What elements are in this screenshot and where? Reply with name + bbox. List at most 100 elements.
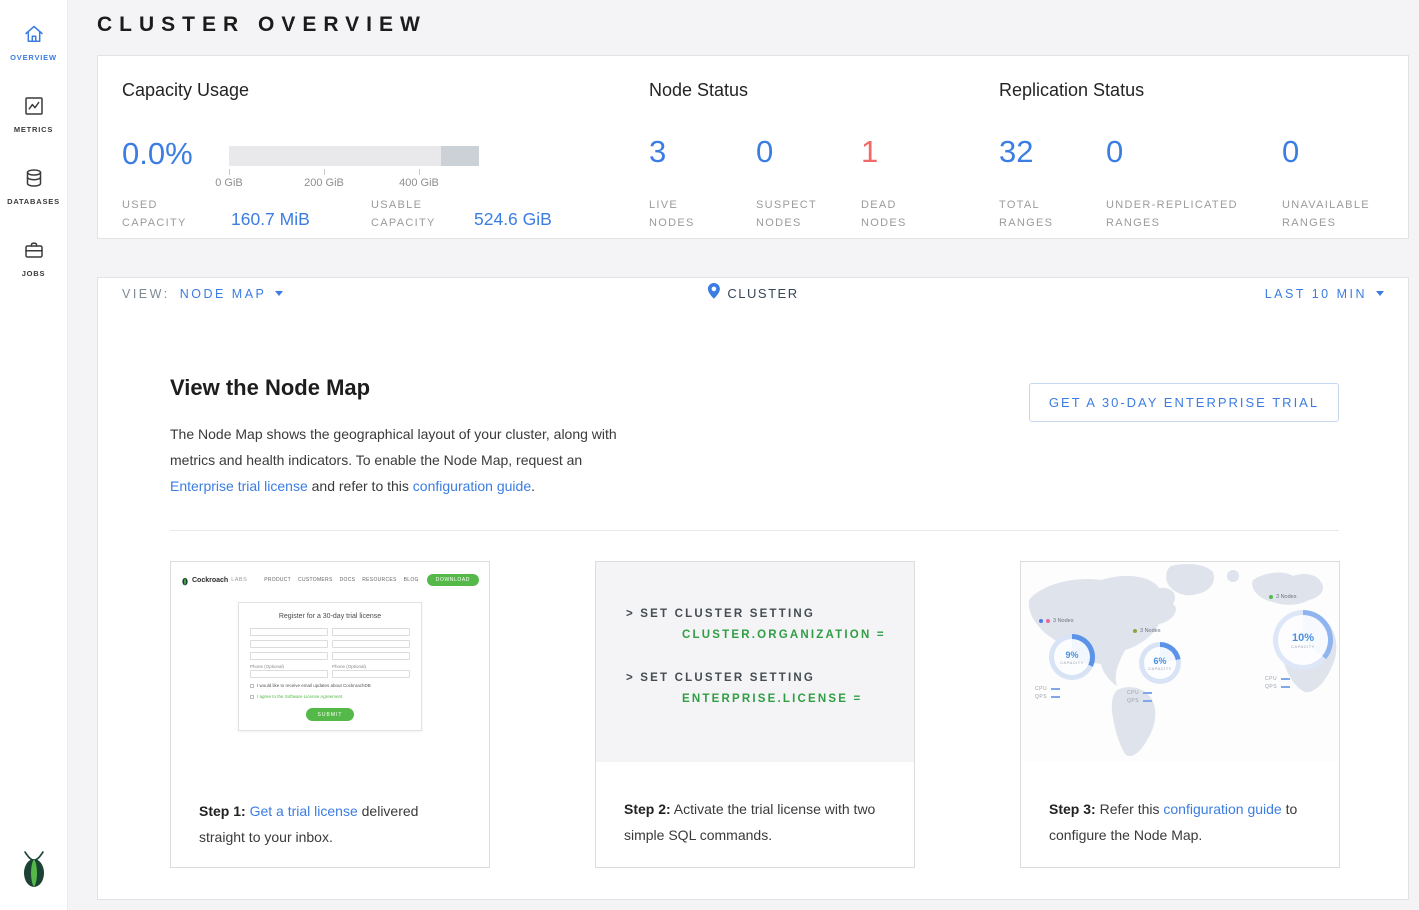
node-status-title: Node Status <box>649 80 748 101</box>
time-range-dropdown[interactable]: LAST 10 MIN <box>1265 287 1384 301</box>
jobs-icon <box>21 238 47 262</box>
replication-status-title: Replication Status <box>999 80 1144 101</box>
configuration-guide-link-step3[interactable]: configuration guide <box>1163 801 1281 817</box>
usable-capacity-value: 524.6 GiB <box>474 209 552 230</box>
capacity-donut: 9%CAPACITY <box>1049 634 1095 680</box>
capacity-tick <box>419 169 420 175</box>
capacity-usage-title: Capacity Usage <box>122 80 249 101</box>
mock-download-button: DOWNLOAD <box>427 574 479 586</box>
sidebar-item-metrics[interactable]: METRICS <box>0 86 68 142</box>
view-label: VIEW: <box>122 287 170 301</box>
capacity-tick-label: 400 GiB <box>399 177 439 189</box>
mock-cockroach-logo: Cockroach LABS <box>181 575 247 586</box>
map-cluster-stats: CPU QPS <box>1265 676 1290 692</box>
location-pin-icon <box>707 283 720 304</box>
mock-site-nav: PRODUCT CUSTOMERS DOCS RESOURCES BLOG <box>264 577 419 583</box>
total-ranges-value: 32 <box>999 134 1033 170</box>
map-cluster-stats: CPU QPS <box>1035 686 1060 702</box>
mock-form-title: Register for a 30-day trial license <box>250 613 410 620</box>
sidebar-item-label: METRICS <box>14 125 53 134</box>
sidebar-item-label: JOBS <box>22 269 46 278</box>
trial-signup-screenshot: Cockroach LABS PRODUCT CUSTOMERS DOCS RE… <box>171 562 489 780</box>
mock-input <box>250 640 328 648</box>
page-title: CLUSTER OVERVIEW <box>97 13 427 37</box>
step-1-caption: Step 1: Get a trial license delivered st… <box>171 780 489 850</box>
sql-setting-line: ENTERPRISE.LICENSE = <box>682 693 914 705</box>
mock-checkbox-row: I agree to the Software License Agreemen… <box>250 694 410 700</box>
home-icon <box>21 22 47 46</box>
steps-row: Cockroach LABS PRODUCT CUSTOMERS DOCS RE… <box>170 561 1340 868</box>
sidebar-item-label: DATABASES <box>7 197 60 206</box>
unavailable-ranges-label: UNAVAILABLE RANGES <box>1282 196 1392 232</box>
capacity-tick-label: 200 GiB <box>304 177 344 189</box>
cluster-breadcrumb[interactable]: CLUSTER <box>707 283 798 304</box>
mock-input <box>250 652 328 660</box>
view-selector-dropdown[interactable]: NODE MAP <box>180 287 284 301</box>
node-map-panel: View the Node Map The Node Map shows the… <box>97 309 1409 900</box>
map-cluster-label: 3 Nodes <box>1039 618 1074 624</box>
sidebar-item-jobs[interactable]: JOBS <box>0 230 68 286</box>
map-cluster-label: 3 Nodes <box>1133 628 1161 634</box>
step-1-card: Cockroach LABS PRODUCT CUSTOMERS DOCS RE… <box>170 561 490 868</box>
step-3-caption: Step 3: Refer this configuration guide t… <box>1021 762 1339 848</box>
mock-input <box>332 640 410 648</box>
divider <box>170 530 1339 531</box>
cluster-summary-card: Capacity Usage 0.0% 0 GiB 200 GiB 400 Gi… <box>97 55 1409 239</box>
view-bar: VIEW: NODE MAP CLUSTER LAST 10 MIN <box>97 277 1409 310</box>
capacity-tick <box>324 169 325 175</box>
get-trial-license-link[interactable]: Get a trial license <box>250 803 358 819</box>
capacity-bar-segment <box>441 146 479 166</box>
sidebar-item-label: OVERVIEW <box>10 53 57 62</box>
total-ranges-label: TOTAL RANGES <box>999 196 1061 232</box>
cockroach-logo[interactable] <box>19 849 49 894</box>
mock-checkbox-row: I would like to receive email updates ab… <box>250 683 410 689</box>
trial-form-mock: Register for a 30-day trial license Phon… <box>238 602 422 731</box>
sql-prompt-line: > SET CLUSTER SETTING <box>626 608 914 620</box>
sql-prompt-line: > SET CLUSTER SETTING <box>626 672 914 684</box>
step-3-card: 3 Nodes 9%CAPACITY CPU QPS 3 Nodes <box>1020 561 1340 868</box>
sidebar-item-databases[interactable]: DATABASES <box>0 158 68 214</box>
live-nodes-label: LIVE NODES <box>649 196 709 232</box>
node-map-description: The Node Map shows the geographical layo… <box>170 421 632 499</box>
enterprise-trial-license-link[interactable]: Enterprise trial license <box>170 478 308 494</box>
databases-icon <box>21 166 47 190</box>
sql-commands-block: > SET CLUSTER SETTING CLUSTER.ORGANIZATI… <box>596 562 914 762</box>
chevron-down-icon <box>1376 291 1384 296</box>
node-dot-olive <box>1133 629 1137 633</box>
step-2-caption: Step 2: Activate the trial license with … <box>596 762 914 848</box>
configuration-guide-link[interactable]: configuration guide <box>413 478 531 494</box>
mock-input <box>332 652 410 660</box>
mock-checkbox <box>250 684 254 688</box>
breadcrumb-label: CLUSTER <box>727 286 798 301</box>
suspect-nodes-label: SUSPECT NODES <box>756 196 828 232</box>
map-cluster-label: 3 Nodes <box>1269 594 1297 600</box>
under-replicated-ranges-value: 0 <box>1106 134 1123 170</box>
node-map-heading: View the Node Map <box>170 375 370 401</box>
dead-nodes-label: DEAD NODES <box>861 196 921 232</box>
node-map-preview: 3 Nodes 9%CAPACITY CPU QPS 3 Nodes <box>1021 562 1339 762</box>
enterprise-trial-button[interactable]: GET A 30-DAY ENTERPRISE TRIAL <box>1029 383 1339 422</box>
sidebar-item-overview[interactable]: OVERVIEW <box>0 14 68 70</box>
mock-input <box>332 670 410 678</box>
used-capacity-value: 160.7 MiB <box>231 209 310 230</box>
description-text: The Node Map shows the geographical layo… <box>170 426 617 468</box>
chevron-down-icon <box>275 291 283 296</box>
sql-setting-line: CLUSTER.ORGANIZATION = <box>682 629 914 641</box>
description-text: . <box>531 478 535 494</box>
metrics-icon <box>21 94 47 118</box>
capacity-donut: 6%CAPACITY <box>1139 642 1181 684</box>
capacity-tick-label: 0 GiB <box>215 177 243 189</box>
mock-submit-button: SUBMIT <box>306 708 354 721</box>
map-cluster-stats: CPU QPS <box>1127 690 1152 706</box>
used-capacity-label: USED CAPACITY <box>122 196 198 232</box>
capacity-percent-value: 0.0% <box>122 136 193 172</box>
mock-site-header: Cockroach LABS PRODUCT CUSTOMERS DOCS RE… <box>181 570 479 590</box>
node-dot-green <box>1269 595 1273 599</box>
mock-input <box>332 628 410 636</box>
suspect-nodes-value: 0 <box>756 134 773 170</box>
main-content: CLUSTER OVERVIEW Capacity Usage 0.0% 0 G… <box>68 0 1419 910</box>
description-text: and refer to this <box>308 478 413 494</box>
capacity-donut: 10%CAPACITY <box>1273 610 1333 670</box>
capacity-tick <box>229 169 230 175</box>
sidebar: OVERVIEW METRICS DATABASES <box>0 0 68 910</box>
